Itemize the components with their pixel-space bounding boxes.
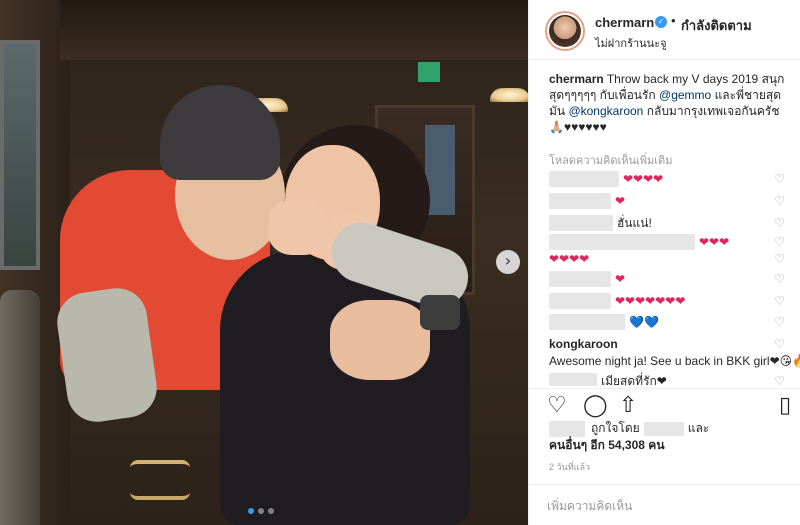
post-side-panel: chermarn ✓ • กำลังติดตาม ไม่ฝากร้านนะจู … <box>528 0 800 525</box>
carousel-dot <box>258 508 264 514</box>
heart-icon[interactable]: ♡ <box>774 336 785 353</box>
likes-summary: ถูกใจโดย และ คนอื่นๆ อีก 54,308 คน <box>549 420 789 454</box>
comment-row: ❤❤❤❤ ♡ <box>549 169 800 189</box>
carousel-dot <box>248 508 254 514</box>
comment-username-redacted[interactable] <box>549 234 695 250</box>
liked-by-label: ถูกใจโดย <box>591 421 640 435</box>
heart-icon[interactable]: ♡ <box>774 172 785 186</box>
heart-icon[interactable]: ♡ <box>774 252 785 266</box>
caption-mention[interactable]: @gemmo <box>659 88 711 102</box>
comment-text: ❤❤❤❤ <box>549 252 590 266</box>
comment-text: ❤❤❤ <box>699 235 730 249</box>
heart-icon[interactable]: ♡ <box>774 194 785 208</box>
liker-avatar-redacted[interactable] <box>549 420 585 437</box>
carousel-dots <box>248 508 274 514</box>
verified-badge-icon: ✓ <box>655 16 667 28</box>
comment-row: ❤ ♡ <box>549 191 800 211</box>
chevron-right-icon[interactable]: › <box>496 250 520 274</box>
heart-icon[interactable]: ♡ <box>774 235 785 249</box>
likes-others[interactable]: คนอื่นๆ อีก 54,308 คน <box>549 437 789 454</box>
photo-man-hand <box>330 300 430 380</box>
comment-username-redacted[interactable] <box>549 171 619 187</box>
caption-mention[interactable]: @kongkaroon <box>568 104 643 118</box>
caption-username[interactable]: chermarn <box>549 72 604 86</box>
photo-lamp <box>490 88 528 102</box>
likes-and-label: และ <box>687 421 710 435</box>
comment-icon[interactable]: ◯ <box>583 393 608 418</box>
comment-username-redacted[interactable] <box>549 215 613 231</box>
comment-username-redacted[interactable] <box>549 373 597 386</box>
comment-row: kongkaroon Awesome night ja! See u back … <box>549 336 800 370</box>
photo-window <box>0 40 40 270</box>
comment-text: ❤❤❤❤ <box>623 172 664 186</box>
post-header: chermarn ✓ • กำลังติดตาม ไม่ฝากร้านนะจู <box>529 0 800 60</box>
header-separator: • <box>671 13 676 28</box>
heart-icon[interactable]: ♡ <box>547 393 567 418</box>
comment-row: 💙💙 ♡ <box>549 312 800 332</box>
post-photo[interactable]: › <box>0 0 528 525</box>
comment-row: เมียสุดที่รัก❤ ♡ <box>549 371 800 386</box>
comment-row: ฮั่นแน่! ♡ <box>549 213 800 233</box>
post-actions-bar: ♡ ◯ ⇧ ▯ <box>529 388 800 424</box>
comment-row: ❤ ♡ <box>549 269 800 289</box>
add-comment-bar <box>529 484 800 525</box>
comment-row: ❤❤❤❤ ♡ <box>549 249 800 269</box>
comment-text: เมียสุดที่รัก❤ <box>601 373 667 387</box>
photo-bracelets <box>130 460 190 500</box>
comment-username-redacted[interactable] <box>549 293 611 309</box>
bookmark-icon[interactable]: ▯ <box>779 393 791 418</box>
heart-icon[interactable]: ♡ <box>774 272 785 286</box>
share-icon[interactable]: ⇧ <box>619 393 637 418</box>
post-location[interactable]: ไม่ฝากร้านนะจู <box>595 34 667 52</box>
liker-name-redacted[interactable] <box>643 421 684 436</box>
photo-hand <box>268 200 328 255</box>
heart-icon[interactable]: ♡ <box>774 216 785 230</box>
avatar[interactable] <box>545 11 585 51</box>
comment-username[interactable]: kongkaroon <box>549 337 618 351</box>
comment-text: ฮั่นแน่! <box>617 215 652 230</box>
load-more-comments-link[interactable]: โหลดความคิดเห็นเพิ่มเติม <box>549 151 672 169</box>
comment-input[interactable] <box>547 495 783 517</box>
likes-count: 54,308 <box>608 438 645 452</box>
comment-username-redacted[interactable] <box>549 314 625 330</box>
comment-text: ❤ <box>615 272 626 286</box>
header-username[interactable]: chermarn <box>595 15 654 30</box>
comment-text: Awesome night ja! See u back in BKK girl… <box>549 354 800 368</box>
comment-text: 💙💙 <box>629 315 659 329</box>
comment-text: ❤ <box>615 194 626 208</box>
likes-others-suffix: คน <box>648 438 665 452</box>
comments-section[interactable]: chermarn Throw back my V days 2019 สนุกส… <box>529 61 800 386</box>
heart-icon[interactable]: ♡ <box>774 294 785 308</box>
photo-exit-sign <box>418 62 440 82</box>
comment-row: ❤❤❤❤❤❤❤ ♡ <box>549 291 800 311</box>
heart-icon[interactable]: ♡ <box>774 374 785 386</box>
following-button[interactable]: กำลังติดตาม <box>681 15 752 36</box>
photo-ceiling <box>60 0 528 60</box>
carousel-dot <box>268 508 274 514</box>
heart-icon[interactable]: ♡ <box>774 315 785 329</box>
comment-username-redacted[interactable] <box>549 271 611 287</box>
comment-text: ❤❤❤❤❤❤❤ <box>615 294 686 308</box>
photo-bottle <box>0 290 40 525</box>
post-caption: chermarn Throw back my V days 2019 สนุกส… <box>549 71 789 135</box>
likes-others-prefix: คนอื่นๆ อีก <box>549 438 605 452</box>
photo-watch <box>420 295 460 330</box>
post-timestamp[interactable]: 2 วันที่แล้ว <box>549 460 590 474</box>
comment-username-redacted[interactable] <box>549 193 611 209</box>
photo-man-arm <box>53 284 161 426</box>
